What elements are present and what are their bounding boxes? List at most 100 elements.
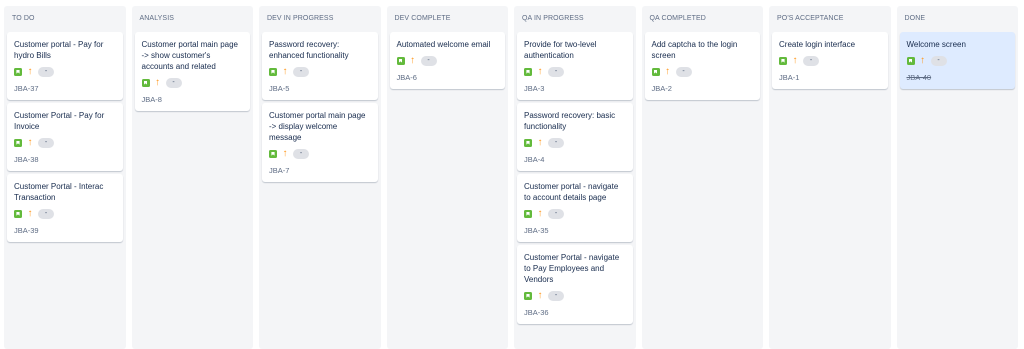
- estimate-badge: -: [293, 67, 309, 77]
- column-cards: Password recovery: enhanced functionalit…: [262, 32, 378, 182]
- story-icon: [14, 68, 22, 76]
- issue-key[interactable]: JBA-8: [142, 95, 243, 105]
- arrow-up-priority-icon: ↑: [27, 137, 33, 148]
- issue-meta: ↑ -: [14, 208, 115, 220]
- issue-key[interactable]: JBA-5: [269, 84, 370, 94]
- issue-card[interactable]: Provide for two-level authentication ↑ - JB…: [517, 32, 633, 100]
- story-icon: [651, 68, 660, 76]
- story-icon: [396, 57, 405, 65]
- issue-meta: ↑ -: [14, 137, 115, 149]
- issue-key[interactable]: JBA-38: [14, 155, 115, 165]
- issue-card[interactable]: Add captcha to the login screen ↑ - JBA-2: [644, 32, 760, 100]
- arrow-up-priority-icon: ↑: [537, 208, 543, 219]
- arrow-up-priority-icon: ↑: [537, 290, 543, 301]
- issue-summary: Create login interface: [779, 40, 856, 49]
- issue-key[interactable]: JBA-36: [524, 308, 625, 318]
- issue-key[interactable]: JBA-39: [14, 226, 115, 236]
- issue-key[interactable]: JBA-40: [907, 73, 1008, 83]
- issue-summary: Customer Portal - navigate to Pay Employ…: [524, 253, 620, 284]
- issue-card[interactable]: Welcome screen ↑ - JBA-40: [899, 32, 1015, 89]
- issue-summary: Welcome screen: [906, 40, 966, 49]
- issue-meta: ↑ -: [269, 148, 370, 160]
- issue-key[interactable]: JBA-3: [524, 84, 625, 94]
- column-cards: Automated welcome email ↑ - JBA-6: [389, 32, 505, 89]
- arrow-up-priority-icon: ↑: [155, 77, 160, 88]
- story-icon: [524, 139, 532, 147]
- estimate-badge: -: [930, 56, 947, 66]
- issue-card[interactable]: Customer portal - Pay for hydro Bills ↑ - J…: [7, 32, 123, 100]
- issue-card[interactable]: Customer Portal - Interac Transaction ↑ - J…: [7, 174, 123, 242]
- issue-key[interactable]: JBA-1: [779, 73, 880, 83]
- arrow-up-priority-icon: ↑: [410, 55, 415, 66]
- arrow-up-priority-icon: ↑: [920, 55, 925, 66]
- board-column: PO'S ACCEPTANCE Create login interface ↑ - J…: [769, 6, 891, 349]
- estimate-badge: -: [548, 67, 564, 77]
- column-cards: Add captcha to the login screen ↑ - JBA-2: [644, 32, 760, 100]
- issue-key[interactable]: JBA-37: [14, 84, 115, 94]
- issue-summary: Password recovery: basic functionality: [524, 111, 616, 131]
- issue-meta: ↑ -: [906, 55, 1008, 67]
- arrow-up-priority-icon: ↑: [282, 66, 288, 77]
- story-icon: [524, 292, 532, 300]
- issue-key[interactable]: JBA-7: [269, 166, 370, 176]
- arrow-up-priority-icon: ↑: [27, 208, 33, 219]
- estimate-badge: -: [38, 209, 54, 219]
- column-header: DONE: [904, 15, 926, 22]
- issue-summary: Automated welcome email: [396, 40, 491, 49]
- arrow-up-priority-icon: ↑: [282, 148, 288, 159]
- arrow-up-priority-icon: ↑: [27, 66, 33, 77]
- board-column: QA COMPLETED Add captcha to the login scr…: [641, 6, 763, 349]
- board-column: DEV IN PROGRESS Password recovery: enhanc…: [259, 6, 381, 349]
- arrow-up-priority-icon: ↑: [792, 55, 798, 66]
- story-icon: [524, 68, 532, 76]
- issue-card[interactable]: Password recovery: basic functionality ↑ -…: [517, 103, 633, 171]
- column-header: DEV COMPLETE: [394, 15, 451, 22]
- story-icon: [141, 79, 150, 87]
- issue-card[interactable]: Customer Portal - Pay for Invoice ↑ - JBA-3…: [7, 103, 123, 171]
- estimate-badge: -: [548, 291, 564, 301]
- board-column: ANALYSIS Customer portal main page -> sho…: [131, 6, 253, 349]
- issue-card[interactable]: Customer Portal - navigate to Pay Employ…: [517, 245, 633, 324]
- column-cards: Welcome screen ↑ - JBA-40: [899, 32, 1015, 89]
- issue-summary: Customer portal - navigate to account de…: [524, 182, 619, 202]
- column-header: ANALYSIS: [139, 15, 175, 22]
- issue-key[interactable]: JBA-6: [397, 73, 498, 83]
- issue-meta: ↑ -: [269, 66, 370, 78]
- arrow-up-priority-icon: ↑: [537, 137, 543, 148]
- estimate-badge: -: [548, 209, 564, 219]
- issue-card[interactable]: Customer portal main page -> show custom…: [134, 32, 250, 111]
- issue-card[interactable]: Create login interface ↑ - JBA-1: [772, 32, 888, 89]
- arrow-up-priority-icon: ↑: [665, 66, 670, 77]
- issue-card[interactable]: Customer portal - navigate to account de…: [517, 174, 633, 242]
- issue-card[interactable]: Customer portal main page -> display wel…: [262, 103, 378, 182]
- column-cards: Create login interface ↑ - JBA-1: [772, 32, 888, 89]
- column-cards: Customer portal main page -> show custom…: [134, 32, 250, 111]
- estimate-badge: -: [548, 138, 564, 148]
- issue-key[interactable]: JBA-2: [652, 84, 753, 94]
- board-column: DONE Welcome screen ↑ - JBA-40: [896, 6, 1018, 349]
- issue-card[interactable]: Password recovery: enhanced functionalit…: [262, 32, 378, 100]
- issue-summary: Provide for two-level authentication: [524, 40, 597, 60]
- column-cards: Provide for two-level authentication ↑ - JB…: [517, 32, 633, 324]
- issue-card[interactable]: Automated welcome email ↑ - JBA-6: [389, 32, 505, 89]
- board-column: QA IN PROGRESS Provide for two-level auth…: [514, 6, 636, 349]
- issue-meta: ↑ -: [524, 66, 625, 78]
- board-column: DEV COMPLETE Automated welcome email ↑ - JBA…: [386, 6, 508, 349]
- issue-meta: ↑ -: [524, 137, 625, 149]
- issue-meta: ↑ -: [651, 66, 753, 78]
- issue-key[interactable]: JBA-4: [524, 155, 625, 165]
- column-header: PO'S ACCEPTANCE: [777, 15, 844, 22]
- column-cards: Customer portal - Pay for hydro Bills ↑ - J…: [7, 32, 123, 242]
- issue-summary: Customer Portal - Interac Transaction: [14, 182, 104, 202]
- estimate-badge: -: [675, 67, 692, 77]
- column-header: TO DO: [12, 15, 35, 22]
- issue-key[interactable]: JBA-35: [524, 226, 625, 236]
- story-icon: [269, 68, 277, 76]
- column-header: QA IN PROGRESS: [522, 15, 584, 22]
- estimate-badge: -: [38, 67, 54, 77]
- issue-summary: Customer portal main page -> show custom…: [141, 40, 239, 71]
- kanban-board: TO DO Customer portal - Pay for hydro Bil…: [0, 0, 1024, 349]
- estimate-badge: -: [38, 138, 54, 148]
- issue-summary: Password recovery: enhanced functionalit…: [269, 40, 349, 60]
- story-icon: [779, 57, 787, 65]
